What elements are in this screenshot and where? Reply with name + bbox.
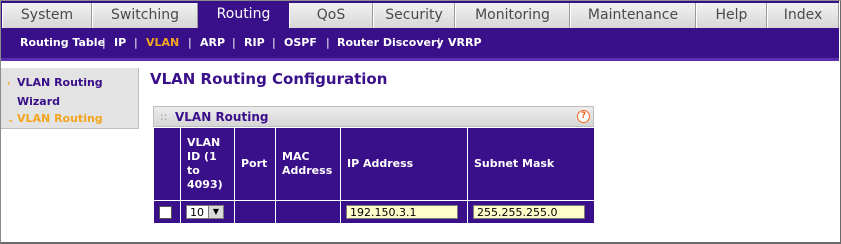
- select-cell: [153, 200, 181, 224]
- row-select-checkbox[interactable]: [159, 205, 172, 219]
- tab-system[interactable]: System: [2, 3, 92, 28]
- chevron-down-icon: ⌄: [7, 115, 15, 125]
- vlan-id-cell: 10 ▼: [180, 200, 235, 224]
- tab-help[interactable]: Help: [696, 3, 767, 28]
- top-tab-bar: System Switching Routing QoS Security Mo…: [1, 1, 839, 28]
- grip-icon: ::: [160, 110, 168, 123]
- subnav-rip[interactable]: RIP: [244, 36, 265, 49]
- left-menu-label: Wizard: [17, 95, 61, 108]
- tab-label: System: [20, 7, 74, 23]
- header-line: VLAN: [187, 136, 221, 149]
- tab-label: Help: [715, 7, 748, 23]
- vlan-id-select[interactable]: 10 ▼: [186, 205, 224, 219]
- section-title: VLAN Routing: [175, 110, 269, 124]
- tab-qos[interactable]: QoS: [289, 3, 373, 28]
- mac-address-cell: [275, 200, 341, 224]
- header-line: MAC: [282, 150, 310, 163]
- subnav-separator: |: [326, 36, 330, 49]
- subnav-vrrp[interactable]: VRRP: [448, 36, 482, 49]
- header-line: to: [187, 164, 200, 177]
- header-line: Address: [282, 164, 333, 177]
- tab-routing[interactable]: Routing: [199, 1, 288, 28]
- left-menu-label: VLAN Routing: [17, 112, 103, 125]
- subnav-ospf[interactable]: OSPF: [284, 36, 317, 49]
- subnet-mask-cell: 255.255.255.0: [467, 200, 595, 224]
- ip-address-cell: 192.150.3.1: [340, 200, 468, 224]
- subnav-separator: |: [134, 36, 138, 49]
- tab-label: Maintenance: [587, 7, 679, 23]
- sub-nav-bar: Routing Table | IP | VLAN | ARP | RIP | …: [1, 28, 839, 61]
- subnav-vlan[interactable]: VLAN: [146, 36, 179, 49]
- vlan-id-value: 10: [190, 206, 204, 219]
- tab-switching[interactable]: Switching: [92, 3, 198, 28]
- subnav-routing-table[interactable]: Routing Table: [20, 36, 105, 49]
- subnet-mask-input[interactable]: 255.255.255.0: [473, 205, 585, 219]
- left-menu-item-vlan-routing-wizard[interactable]: › VLAN Routing Wizard: [7, 74, 103, 110]
- tab-monitoring[interactable]: Monitoring: [455, 3, 570, 28]
- subnav-separator: |: [102, 36, 106, 49]
- tab-label: Routing: [216, 6, 271, 22]
- subnav-router-discovery[interactable]: Router Discovery: [337, 36, 444, 49]
- section-header: :: VLAN Routing ?: [153, 106, 594, 127]
- column-header-vlan-id: VLAN ID (1 to 4093): [180, 127, 235, 201]
- left-menu-item-vlan-routing[interactable]: ⌄ VLAN Routing: [7, 110, 103, 129]
- column-header-subnet-mask: Subnet Mask: [467, 127, 595, 201]
- table-row: 10 ▼ 192.150.3.1 255.255.255.0: [153, 200, 595, 224]
- header-line: ID (1: [187, 150, 217, 163]
- help-icon[interactable]: ?: [577, 110, 590, 123]
- tab-label: Switching: [111, 7, 179, 23]
- subnav-ip[interactable]: IP: [114, 36, 126, 49]
- table-header-row: VLAN ID (1 to 4093) Port MAC Address IP …: [153, 127, 595, 201]
- tab-label: Index: [783, 7, 823, 23]
- page-title: VLAN Routing Configuration: [150, 70, 388, 88]
- chevron-right-icon: ›: [7, 79, 11, 89]
- port-cell: [234, 200, 276, 224]
- subnav-separator: |: [437, 36, 441, 49]
- tab-index[interactable]: Index: [767, 3, 839, 28]
- dropdown-arrow-icon: ▼: [208, 206, 223, 218]
- ip-address-input[interactable]: 192.150.3.1: [346, 205, 458, 219]
- column-header-mac-address: MAC Address: [275, 127, 341, 201]
- subnav-arp[interactable]: ARP: [200, 36, 225, 49]
- subnav-separator: |: [232, 36, 236, 49]
- subnav-separator: |: [272, 36, 276, 49]
- column-header-select: [153, 127, 181, 201]
- tab-label: Monitoring: [475, 7, 550, 23]
- column-header-ip-address: IP Address: [340, 127, 468, 201]
- tab-label: Security: [385, 7, 443, 23]
- column-header-port: Port: [234, 127, 276, 201]
- left-menu-label: VLAN Routing: [17, 76, 103, 89]
- tab-security[interactable]: Security: [373, 3, 455, 28]
- header-line: 4093): [187, 178, 223, 191]
- tab-label: QoS: [316, 7, 346, 23]
- vlan-routing-table: VLAN ID (1 to 4093) Port MAC Address IP …: [153, 127, 595, 224]
- left-menu: › VLAN Routing Wizard ⌄ VLAN Routing: [1, 68, 139, 129]
- subnav-separator: |: [188, 36, 192, 49]
- tab-maintenance[interactable]: Maintenance: [570, 3, 696, 28]
